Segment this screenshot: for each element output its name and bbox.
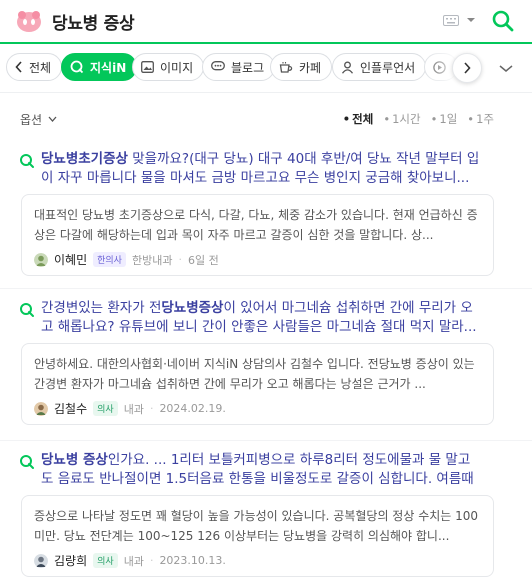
divider — [0, 92, 532, 93]
tab-label: 인플루언서 — [360, 60, 416, 75]
title-highlight: 당뇨병증상 — [161, 300, 224, 316]
tab-kin[interactable]: 지식iN — [61, 53, 138, 81]
meta-separator: · — [149, 554, 154, 567]
keyboard-icon[interactable] — [443, 15, 459, 26]
kin-q-icon — [70, 60, 84, 74]
search-tabs: 전체 지식iN 이미지 블로그 카페 인플루언서 — [0, 51, 532, 85]
role-badge: 한의사 — [93, 252, 126, 267]
filter-1day[interactable]: 1일 — [431, 111, 457, 127]
result-title[interactable]: 간경변있는 환자가 전당뇨병증상이 있어서 마그네슘 섭취하면 간에 무리가 오… — [41, 299, 481, 337]
result-title[interactable]: 당뇨병초기증상 맞을까요?(대구 당뇨) 대구 40대 후반/여 당뇨 작년 말… — [41, 150, 481, 188]
chat-bubble-icon — [211, 61, 225, 71]
answer-date: 6일 전 — [187, 253, 219, 267]
result-title[interactable]: 당뇨병 증상인가요. ... 1리터 보틀커피병으로 하루8리터 정도에물과 물… — [41, 451, 481, 489]
options-row: 옵션 전체 1시간 1일 1주 — [0, 108, 532, 130]
answer-card[interactable]: 증상으로 나타날 정도면 꽤 혈당이 높을 가능성이 있습니다. 공복혈당의 정… — [21, 495, 494, 577]
title-text: 간경변있는 환자가 전 — [41, 300, 162, 316]
search-header: 당뇨병 증상 — [0, 0, 532, 44]
answer-card[interactable]: 안녕하세요. 대한의사협회·네이버 지식iN 상담의사 김철수 입니다. 전당뇨… — [21, 343, 494, 425]
avatar — [34, 252, 48, 267]
more-icon[interactable] — [498, 63, 514, 73]
image-icon — [141, 61, 154, 73]
answer-meta: 이혜민 한의사 한방내과 · 6일 전 — [34, 251, 219, 268]
period-filters: 전체 1시간 1일 1주 — [343, 111, 494, 127]
tab-cafe[interactable]: 카페 — [270, 53, 333, 81]
department: 내과 — [123, 402, 144, 416]
chevron-right-icon — [464, 62, 471, 74]
kin-q-icon — [20, 303, 34, 317]
role-badge: 의사 — [93, 553, 118, 568]
answer-date: 2023.10.13. — [159, 554, 226, 567]
divider — [0, 440, 532, 441]
kin-q-icon — [20, 455, 34, 469]
tab-all[interactable]: 전체 — [6, 53, 63, 81]
author-name[interactable]: 김철수 — [54, 400, 87, 417]
pink-face-logo-icon[interactable] — [16, 10, 42, 32]
options-toggle[interactable]: 옵션 — [20, 111, 42, 128]
search-icon[interactable] — [492, 10, 514, 32]
person-icon — [341, 61, 354, 74]
answer-date: 2024.02.19. — [159, 402, 226, 415]
title-highlight: 당뇨병초기증상 — [41, 151, 128, 167]
divider — [0, 288, 532, 289]
tabs-next-button[interactable] — [452, 53, 482, 83]
answer-card[interactable]: 대표적인 당뇨병 초기증상으로 다식, 다갈, 다뇨, 체중 감소가 있습니다.… — [21, 194, 494, 276]
filter-1week[interactable]: 1주 — [467, 111, 494, 127]
tab-label: 이미지 — [160, 60, 194, 75]
author-name[interactable]: 이혜민 — [54, 251, 87, 268]
tab-influencer[interactable]: 인플루언서 — [332, 53, 427, 81]
tab-label: 카페 — [299, 60, 322, 75]
avatar — [34, 553, 48, 568]
answer-snippet: 안녕하세요. 대한의사협회·네이버 지식iN 상담의사 김철수 입니다. 전당뇨… — [34, 357, 475, 391]
tab-label: 지식iN — [90, 60, 127, 75]
department: 내과 — [123, 554, 144, 568]
role-badge: 의사 — [93, 401, 118, 416]
answer-meta: 김량희 의사 내과 · 2023.10.13. — [34, 552, 226, 569]
answer-snippet: 증상으로 나타날 정도면 꽤 혈당이 높을 가능성이 있습니다. 공복혈당의 정… — [34, 509, 479, 543]
tab-label: 전체 — [29, 60, 52, 75]
avatar — [34, 401, 48, 416]
department: 한방내과 — [131, 253, 173, 267]
kin-q-icon — [20, 154, 34, 168]
cup-icon — [279, 61, 293, 73]
meta-separator: · — [178, 253, 182, 266]
chevron-down-icon[interactable] — [48, 116, 57, 122]
meta-separator: · — [149, 402, 154, 415]
tab-image[interactable]: 이미지 — [132, 53, 205, 81]
tab-blog[interactable]: 블로그 — [202, 53, 276, 81]
title-highlight: 당뇨병 증상 — [41, 452, 108, 468]
keyboard-caret-icon[interactable] — [466, 15, 476, 25]
tab-label: 블로그 — [231, 60, 265, 75]
chevron-left-icon — [15, 61, 22, 73]
filter-all[interactable]: 전체 — [343, 111, 373, 127]
answer-snippet: 대표적인 당뇨병 초기증상으로 다식, 다갈, 다뇨, 체중 감소가 있습니다.… — [34, 208, 478, 242]
author-name[interactable]: 김량희 — [54, 552, 87, 569]
answer-meta: 김철수 의사 내과 · 2024.02.19. — [34, 400, 226, 417]
search-query-text[interactable]: 당뇨병 증상 — [52, 9, 135, 34]
filter-1hour[interactable]: 1시간 — [383, 111, 420, 127]
